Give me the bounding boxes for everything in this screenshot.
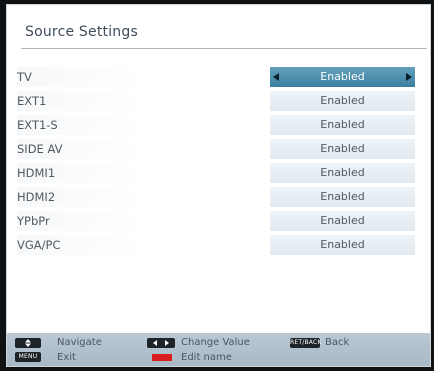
source-row-ypbpr[interactable]: YPbPr Enabled	[17, 211, 422, 235]
back-key-icon: RET/BACK	[290, 338, 322, 348]
source-label: HDMI2	[17, 187, 197, 207]
source-label: YPbPr	[17, 211, 197, 231]
source-label: TV	[17, 67, 197, 87]
source-value[interactable]: Enabled	[270, 139, 415, 159]
left-arrow-icon[interactable]	[273, 73, 279, 81]
menu-key-icon: MENU	[15, 352, 41, 362]
up-down-icon	[15, 338, 41, 348]
red-button-icon	[152, 354, 172, 361]
exit-hint: Exit	[57, 352, 76, 363]
source-value[interactable]: Enabled	[270, 211, 415, 231]
source-list: TV Enabled EXT1 Enabled EXT1-S Enabled S…	[17, 67, 422, 259]
source-value-selector[interactable]: Enabled	[270, 67, 415, 87]
source-row-side-av[interactable]: SIDE AV Enabled	[17, 139, 422, 163]
source-value[interactable]: Enabled	[270, 235, 415, 255]
source-label: EXT1-S	[17, 115, 197, 135]
navigate-hint: Navigate	[57, 337, 102, 348]
right-arrow-icon[interactable]	[406, 73, 412, 81]
back-hint: Back	[325, 337, 350, 348]
source-value[interactable]: Enabled	[270, 187, 415, 207]
source-value: Enabled	[320, 70, 365, 83]
edit-name-hint: Edit name	[181, 352, 232, 363]
source-row-ext1-s[interactable]: EXT1-S Enabled	[17, 115, 422, 139]
page-title: Source Settings	[25, 24, 138, 40]
tv-screen: Source Settings TV Enabled EXT1 Enabled …	[2, 0, 432, 369]
source-value[interactable]: Enabled	[270, 91, 415, 111]
source-label: SIDE AV	[17, 139, 197, 159]
title-divider	[21, 48, 427, 49]
source-settings-panel: Source Settings TV Enabled EXT1 Enabled …	[6, 4, 431, 367]
change-value-hint: Change Value	[181, 337, 250, 348]
source-row-hdmi1[interactable]: HDMI1 Enabled	[17, 163, 422, 187]
source-value[interactable]: Enabled	[270, 163, 415, 183]
left-right-icon	[147, 338, 175, 348]
source-row-tv[interactable]: TV Enabled	[17, 67, 422, 91]
help-bar: Navigate Change Value RET/BACK Back MENU…	[7, 333, 430, 366]
source-row-vga-pc[interactable]: VGA/PC Enabled	[17, 235, 422, 259]
source-label: VGA/PC	[17, 235, 197, 255]
source-label: EXT1	[17, 91, 197, 111]
source-label: HDMI1	[17, 163, 197, 183]
source-row-ext1[interactable]: EXT1 Enabled	[17, 91, 422, 115]
source-value[interactable]: Enabled	[270, 115, 415, 135]
source-row-hdmi2[interactable]: HDMI2 Enabled	[17, 187, 422, 211]
